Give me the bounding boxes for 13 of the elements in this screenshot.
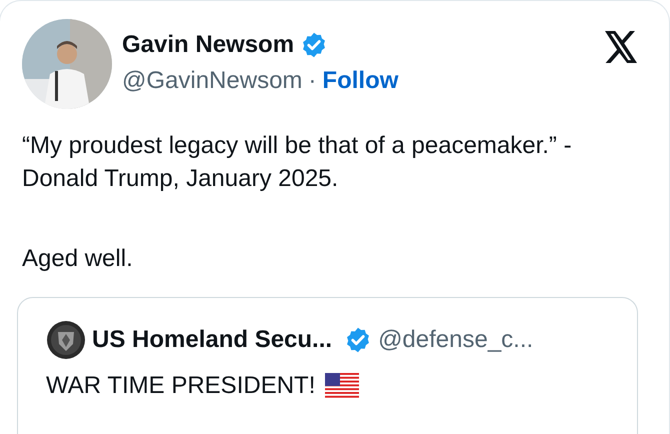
follow-link[interactable]: Follow — [322, 67, 398, 95]
quoted-post-text: WAR TIME PRESIDENT! — [46, 372, 316, 400]
separator: · — [308, 67, 316, 95]
post-text: Aged well. — [22, 244, 134, 274]
quoted-author-handle: @defense_c... — [378, 326, 534, 354]
quoted-author-name: US Homeland Secu... — [92, 326, 332, 354]
post-text: “My proudest legacy will be that of a peacemaker.” - Donald Trump, January 2025. — [22, 131, 573, 194]
author-handle[interactable]: @GavinNewsom — [122, 67, 302, 95]
x-logo-icon[interactable] — [603, 31, 639, 63]
shield-logo-icon — [46, 320, 86, 360]
flag-icon — [325, 373, 360, 399]
quoted-post-card[interactable]: US Homeland Secu... @defense_c... WAR TIME PRESIDENT! — [17, 297, 638, 434]
author-name[interactable]: Gavin Newsom — [122, 31, 294, 59]
